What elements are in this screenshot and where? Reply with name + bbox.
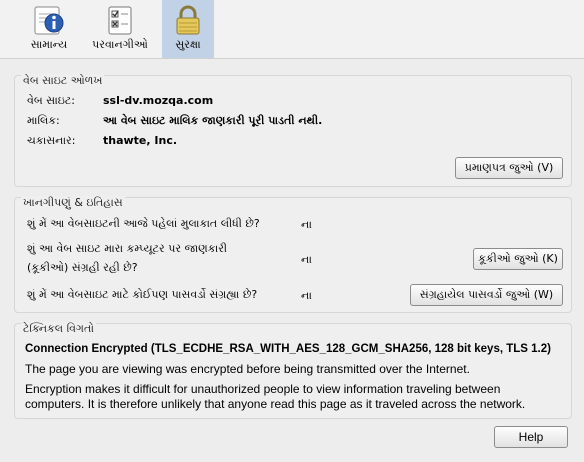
help-button[interactable]: Help <box>494 426 568 448</box>
lock-icon <box>176 5 200 35</box>
cookies-question-line2: (કૂકીઓ) સંગ્રહી રહી છે? <box>27 261 138 274</box>
technical-details-group: ટેક્નિકલ વિગતો Connection Encrypted (TLS… <box>14 322 572 419</box>
owner-value: આ વેબ સાઇટ માલિક જાણકારી પૂરી પાડતી નથી. <box>103 114 323 127</box>
tab-security-label: સુરક્ષા <box>175 38 201 51</box>
passwords-question: શું મેં આ વેબસાઇટ માટે કોઈપણ પાસવર્ડો સં… <box>27 288 258 301</box>
permissions-icon <box>108 6 132 35</box>
technical-details-title: ટેક્નિકલ વિગતો <box>21 322 97 336</box>
privacy-history-title: ખાનગીપણું & ઇતિહાસ <box>21 196 125 210</box>
visited-answer: ના <box>301 218 312 231</box>
verifier-label: ચકાસનાર: <box>27 134 76 147</box>
info-icon <box>34 6 64 35</box>
connection-encrypted-text: Connection Encrypted (TLS_ECDHE_RSA_WITH… <box>25 343 551 355</box>
encryption-info-line2b: computers. It is therefore unlikely that… <box>25 397 526 411</box>
owner-label: માલિક: <box>27 114 60 127</box>
passwords-answer: ના <box>301 289 312 302</box>
cookies-question-line1: શું આ વેબ સાઇટ મારા કમ્પ્યૂટર પર જાણકારી <box>27 242 228 255</box>
verifier-value: thawte, Inc. <box>103 134 178 147</box>
website-label: વેબ સાઇટ: <box>27 94 75 107</box>
visited-question: શું મેં આ વેબસાઇટની આજે પહેલાં મુલાકાત લ… <box>27 217 260 230</box>
tab-permissions[interactable]: પરવાનગીઓ <box>82 0 158 58</box>
tab-security[interactable]: સુરક્ષા <box>162 0 214 58</box>
website-identity-title: વેબ સાઇટ ઓળખ <box>21 74 105 88</box>
tab-general-label: સામાન્ય <box>30 38 68 51</box>
website-identity-group: વેબ સાઇટ ઓળખ વેબ સાઇટ: ssl-dv.mozqa.com … <box>14 74 572 187</box>
cookies-answer: ના <box>301 253 312 266</box>
tab-permissions-label: પરવાનગીઓ <box>92 38 148 51</box>
privacy-history-group: ખાનગીપણું & ઇતિહાસ શું મેં આ વેબસાઇટની આ… <box>14 196 572 313</box>
view-cookies-button[interactable]: કૂકીઓ જુઓ (K) <box>473 248 563 270</box>
view-certificate-button[interactable]: પ્રમાણપત્ર જુઓ (V) <box>455 157 563 179</box>
encryption-info-line2a: Encryption makes it difficult for unauth… <box>25 382 501 396</box>
encryption-info-line1: The page you are viewing was encrypted b… <box>25 362 470 376</box>
tab-general[interactable]: સામાન્ય <box>22 0 76 58</box>
website-value: ssl-dv.mozqa.com <box>103 94 214 107</box>
view-saved-passwords-button[interactable]: સંગ્રહાયેલ પાસવર્ડો જુઓ (W) <box>410 284 563 306</box>
toolbar: સામાન્ય પરવાનગીઓ સુરક્ષા <box>0 0 584 59</box>
